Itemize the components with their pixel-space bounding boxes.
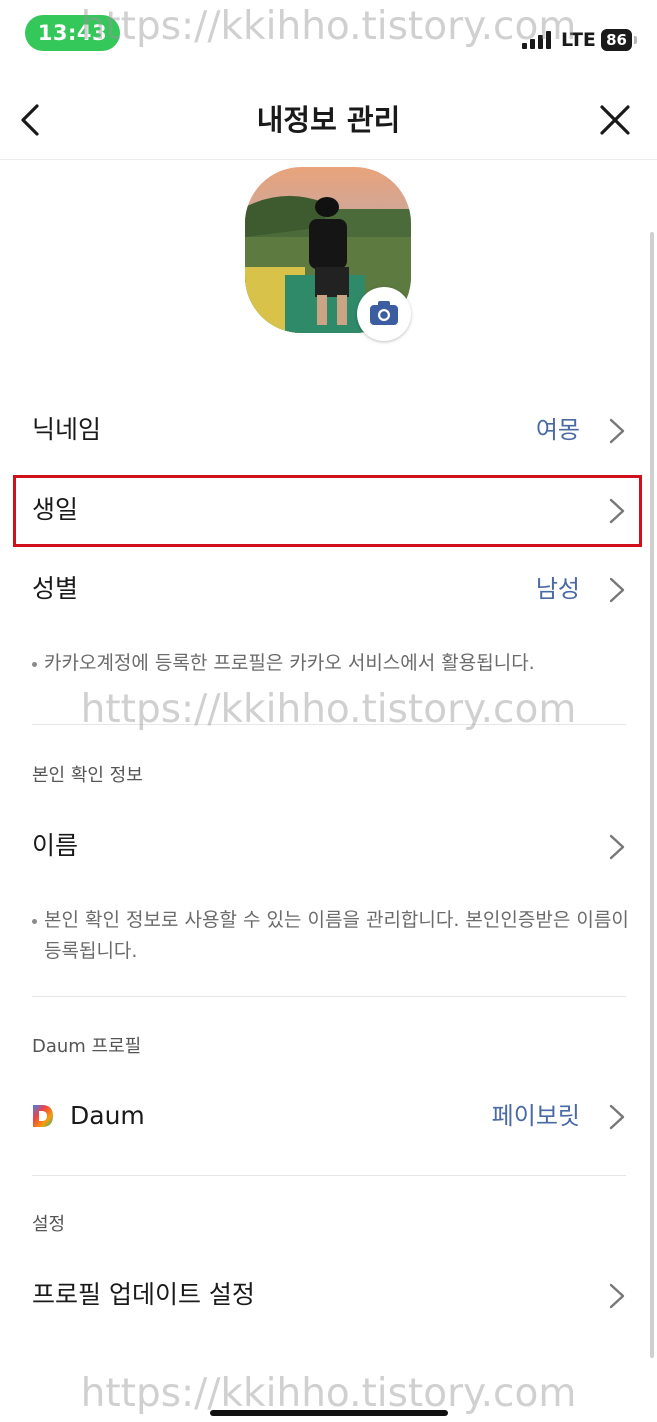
camera-icon bbox=[370, 301, 398, 325]
chevron-right-icon bbox=[609, 1104, 625, 1130]
chevron-right-icon bbox=[609, 834, 625, 860]
battery-icon: 86 bbox=[601, 29, 632, 51]
status-time: 13:43 bbox=[25, 15, 120, 51]
daum-value: 페이보릿 bbox=[491, 1102, 580, 1130]
network-type: LTE bbox=[561, 29, 596, 51]
daum-row[interactable]: Daum 페이보릿 bbox=[0, 1079, 657, 1153]
home-indicator[interactable] bbox=[210, 1410, 448, 1416]
camera-button[interactable] bbox=[357, 287, 411, 341]
battery-nub bbox=[634, 36, 637, 44]
page-title: 내정보 관리 bbox=[256, 103, 401, 137]
watermark: https://kkihho.tistory.com bbox=[80, 687, 577, 732]
daum-section-title: Daum 프로필 bbox=[32, 1036, 142, 1057]
gender-label: 성별 bbox=[32, 574, 79, 603]
section-divider bbox=[32, 724, 626, 725]
identity-note-text: 본인 확인 정보로 사용할 수 있는 이름을 관리합니다. 본인인증받은 이름이… bbox=[44, 909, 629, 962]
bullet bbox=[32, 662, 37, 667]
section-divider bbox=[32, 996, 626, 997]
chevron-right-icon bbox=[609, 577, 625, 603]
chevron-right-icon bbox=[609, 1283, 625, 1309]
nickname-label: 닉네임 bbox=[32, 415, 102, 444]
name-row[interactable]: 이름 bbox=[0, 809, 657, 883]
birthday-highlight-box bbox=[13, 475, 642, 547]
profile-note: 카카오계정에 등록한 프로필은 카카오 서비스에서 활용됩니다. bbox=[32, 648, 632, 679]
profile-update-settings-label: 프로필 업데이트 설정 bbox=[32, 1280, 255, 1309]
daum-label: Daum bbox=[70, 1101, 145, 1130]
chevron-right-icon bbox=[609, 418, 625, 444]
identity-section-title: 본인 확인 정보 bbox=[32, 765, 143, 786]
section-divider bbox=[32, 1175, 626, 1176]
gender-row[interactable]: 성별 남성 bbox=[0, 552, 657, 626]
signal-icon bbox=[522, 31, 551, 49]
identity-note: 본인 확인 정보로 사용할 수 있는 이름을 관리합니다. 본인인증받은 이름이… bbox=[32, 905, 632, 967]
profile-note-text: 카카오계정에 등록한 프로필은 카카오 서비스에서 활용됩니다. bbox=[44, 652, 535, 674]
nickname-row[interactable]: 닉네임 여몽 bbox=[0, 393, 657, 467]
gender-value: 남성 bbox=[535, 575, 580, 603]
header-divider bbox=[0, 159, 657, 160]
bullet bbox=[32, 919, 37, 924]
scrollbar[interactable] bbox=[650, 232, 654, 1358]
nickname-value: 여몽 bbox=[535, 416, 580, 444]
daum-logo-icon bbox=[33, 1105, 53, 1127]
settings-section-title: 설정 bbox=[32, 1214, 66, 1235]
name-label: 이름 bbox=[32, 831, 79, 860]
close-icon[interactable] bbox=[597, 100, 633, 140]
profile-update-settings-row[interactable]: 프로필 업데이트 설정 bbox=[0, 1258, 657, 1332]
